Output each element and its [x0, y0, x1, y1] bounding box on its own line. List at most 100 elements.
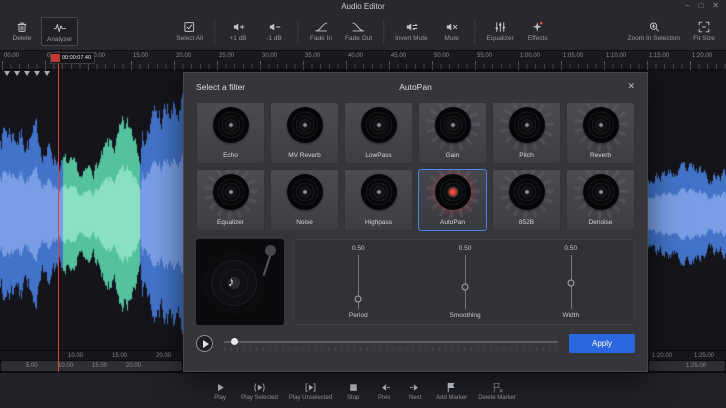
toolbar-divider — [297, 20, 298, 44]
volume-up-icon — [231, 20, 245, 34]
slider-knob[interactable] — [462, 284, 469, 291]
ruler-tick-label: 1:00.00 — [518, 53, 540, 59]
close-icon[interactable]: ✕ — [625, 79, 637, 94]
marker-flag[interactable] — [14, 71, 20, 76]
filter-card-echo[interactable]: Echo — [196, 102, 265, 164]
effects-icon — [531, 20, 545, 34]
ruler-tick-label: 15.00 — [131, 53, 148, 59]
ruler-tick-label: 30.00 — [260, 53, 277, 59]
param-period: 0.50Period — [349, 245, 368, 319]
toolbar-button-effects[interactable]: Effects — [521, 17, 555, 44]
toolbar-button-analyzer[interactable]: Analyzer — [41, 17, 78, 46]
playhead-time-badge: 00:00:07.40 — [50, 52, 95, 64]
transport-button-stop[interactable]: Stop — [343, 381, 363, 401]
vinyl-record-icon — [287, 107, 323, 143]
playhead-marker-icon — [51, 54, 60, 62]
overview-strip-left[interactable]: 5.0010.0015.0020.00 — [0, 360, 183, 372]
transport-button-play-selected[interactable]: Play Selected — [241, 381, 278, 401]
toolbar-button-select-all[interactable]: Select All — [171, 17, 208, 44]
filter-dialog: Select a filter AutoPan ✕ EchoMV ReverbL… — [183, 72, 648, 372]
toolbar-button-fade-out[interactable]: Fade Out — [340, 17, 377, 44]
slider-knob[interactable] — [355, 296, 362, 303]
overview-ruler-label: 20.00 — [126, 363, 141, 369]
equalizer-icon — [493, 20, 507, 34]
filter-card-noise[interactable]: Noise — [270, 169, 339, 231]
analyzer-icon — [53, 21, 67, 35]
filter-card-autopan[interactable]: AutoPan — [418, 169, 487, 231]
maximize-button[interactable]: □ — [698, 1, 703, 10]
toolbar-button-fit-size[interactable]: Fit Size — [687, 17, 721, 44]
filter-card-mv-reverb[interactable]: MV Reverb — [270, 102, 339, 164]
toolbar-button-mute[interactable]: Mute — [435, 17, 469, 44]
play-icon — [203, 340, 209, 348]
bottom-ruler-label: 1:25.00 — [694, 353, 714, 359]
filter-card-denoise[interactable]: Denoise — [566, 169, 635, 231]
play-selected-icon — [253, 381, 266, 394]
marker-flag[interactable] — [24, 71, 30, 76]
transport-button-add-marker[interactable]: Add Marker — [436, 381, 467, 401]
toolbar-button-1-db[interactable]: -1 dB — [257, 17, 291, 44]
param-slider[interactable] — [566, 255, 575, 309]
apply-button[interactable]: Apply — [569, 334, 635, 353]
transport-button-next[interactable]: Next — [405, 381, 425, 401]
window-controls: – □ ✕ — [685, 1, 719, 10]
ruler-tick-label: 1:05.00 — [561, 53, 583, 59]
ruler-tick-label: 25.00 — [217, 53, 234, 59]
preview-play-button[interactable] — [196, 335, 213, 352]
left-waveform-pane: 10.0015.0020.00 5.0010.0015.0020.00 — [0, 70, 183, 372]
seek-handle[interactable] — [231, 338, 238, 345]
fit-size-icon — [697, 20, 711, 34]
vinyl-record-icon — [213, 174, 249, 210]
volume-down-icon — [267, 20, 281, 34]
playhead[interactable] — [58, 51, 59, 372]
overview-ruler-label: 15.00 — [92, 363, 107, 369]
bottom-ruler-right: 1:20.001:25.00 — [648, 350, 726, 360]
filter-card-lowpass[interactable]: LowPass — [344, 102, 413, 164]
transport-button-prev[interactable]: Prev — [374, 381, 394, 401]
toolbar-button-equalizer[interactable]: Equalizer — [482, 17, 519, 44]
vinyl-record-icon — [213, 107, 249, 143]
waveform-left[interactable] — [0, 78, 183, 350]
toolbar-button-delete[interactable]: Delete — [5, 17, 39, 44]
marker-flag[interactable] — [34, 71, 40, 76]
close-button[interactable]: ✕ — [712, 1, 719, 10]
toolbar-group-center: Select All +1 dB-1 dB Fade InFade Out Inver… — [171, 17, 554, 44]
filter-card-gain[interactable]: Gain — [418, 102, 487, 164]
ruler-tick-label: 35.00 — [303, 53, 320, 59]
transport-button-delete-marker[interactable]: Delete Marker — [478, 381, 516, 401]
marker-flag[interactable] — [44, 71, 50, 76]
toolbar-button-fade-in[interactable]: Fade In — [304, 17, 338, 44]
transport-button-play-unselected[interactable]: Play Unselected — [289, 381, 332, 401]
overview-strip-right[interactable]: 1:25.00 — [648, 360, 726, 372]
param-slider[interactable] — [461, 255, 470, 309]
marker-flag[interactable] — [4, 71, 10, 76]
param-label: Smoothing — [450, 312, 481, 319]
toolbar-divider — [475, 20, 476, 44]
param-slider[interactable] — [354, 255, 363, 309]
filter-card-reverb[interactable]: Reverb — [566, 102, 635, 164]
minimize-button[interactable]: – — [685, 1, 689, 10]
delete-marker-icon — [491, 381, 504, 394]
transport-button-play[interactable]: Play — [210, 381, 230, 401]
waveform-right[interactable] — [648, 78, 726, 350]
vinyl-record-icon — [509, 107, 545, 143]
filter-card-highpass[interactable]: Highpass — [344, 169, 413, 231]
filter-card-equalizer[interactable]: Equalizer — [196, 169, 265, 231]
slider-knob[interactable] — [567, 280, 574, 287]
play-icon — [214, 381, 227, 394]
toolbar-button-zoom-in-selection[interactable]: Zoom In Selection — [623, 17, 685, 44]
ruler-tick-label: 00.00 — [2, 53, 19, 59]
timeline-ruler[interactable]: 00.0005.0010.0015.0020.0025.0030.0035.00… — [0, 51, 726, 70]
filter-card-852b[interactable]: 852B — [492, 169, 561, 231]
filter-preview: ♪ — [196, 239, 284, 325]
param-width: 0.50Width — [562, 245, 579, 319]
vinyl-record-icon — [287, 174, 323, 210]
toolbar-button-1-db[interactable]: +1 dB — [221, 17, 255, 44]
overview-ruler-label: 10.00 — [58, 363, 73, 369]
zoom-in-selection-icon — [647, 20, 661, 34]
filter-grid: EchoMV ReverbLowPassGainPitchReverb Equal… — [196, 102, 635, 231]
filter-card-pitch[interactable]: Pitch — [492, 102, 561, 164]
preview-seek-bar[interactable] — [224, 337, 558, 351]
titlebar: Audio Editor – □ ✕ — [0, 0, 726, 14]
toolbar-button-invert-mute[interactable]: Invert Mute — [390, 17, 433, 44]
